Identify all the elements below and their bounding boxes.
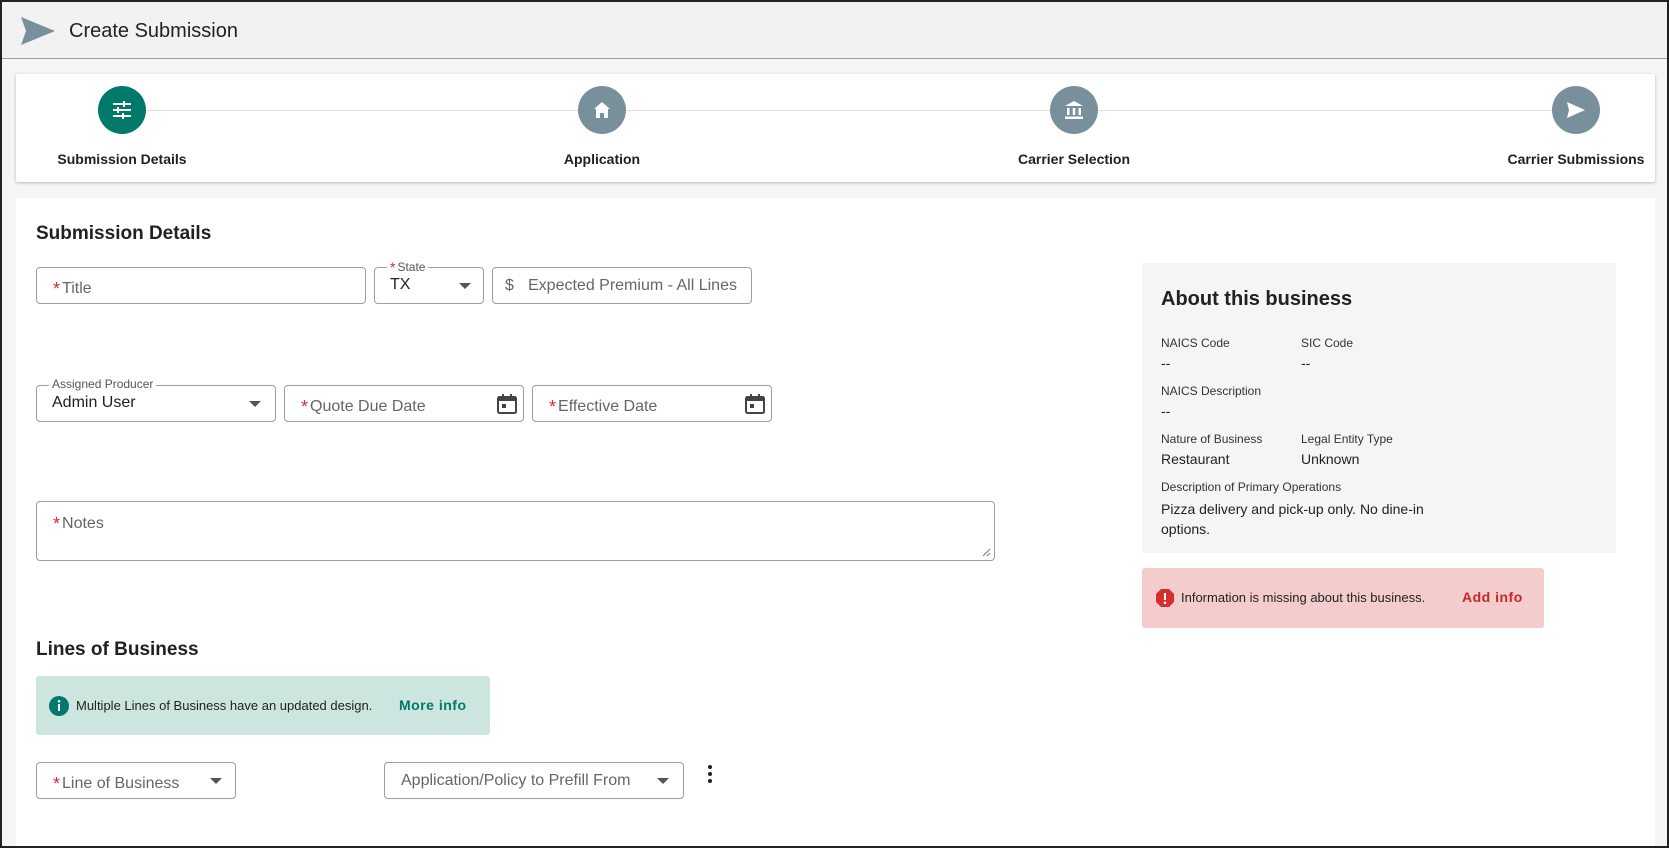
assigned-producer-select[interactable]: Assigned Producer Admin User [36, 377, 276, 422]
send-icon [1567, 102, 1585, 118]
section-heading-lines-of-business: Lines of Business [36, 639, 199, 660]
required-marker: * [53, 774, 61, 794]
sic-code-value: -- [1301, 355, 1311, 371]
home-icon [594, 102, 610, 118]
missing-info-message: Information is missing about this busine… [1181, 590, 1426, 605]
header-bar: Create Submission [2, 2, 1667, 59]
naics-description-label: NAICS Description [1161, 384, 1262, 398]
prefill-from-placeholder: Application/Policy to Prefill From [401, 772, 631, 789]
required-marker: * [390, 259, 396, 275]
step-carrier-selection[interactable]: Carrier Selection [974, 74, 1174, 182]
state-value: TX [390, 276, 411, 293]
title-field[interactable]: * Title [36, 267, 366, 304]
info-icon [49, 696, 69, 716]
chevron-down-icon [459, 283, 471, 289]
calendar-icon[interactable] [496, 393, 518, 415]
page-title: Create Submission [69, 20, 238, 42]
state-select[interactable]: * State TX [374, 259, 484, 304]
chevron-down-icon [249, 401, 261, 407]
section-heading-submission-details: Submission Details [36, 223, 212, 244]
step-circle [1050, 86, 1098, 134]
step-circle [578, 86, 626, 134]
required-marker: * [549, 397, 557, 417]
expected-premium-placeholder: Expected Premium - All Lines [528, 277, 737, 294]
notes-placeholder: * Notes [53, 514, 104, 534]
naics-code-value: -- [1161, 355, 1171, 371]
stepper: Submission Details Application Carrier S… [16, 74, 1655, 182]
tune-icon [113, 101, 131, 119]
legal-entity-type-value: Unknown [1301, 451, 1360, 467]
title-placeholder: * Title [53, 279, 92, 299]
primary-operations-label: Description of Primary Operations [1161, 480, 1342, 494]
expected-premium-field[interactable]: $ Expected Premium - All Lines [492, 267, 752, 304]
step-circle [98, 86, 146, 134]
step-submission-details[interactable]: Submission Details [22, 74, 222, 182]
info-alert-message: Multiple Lines of Business have an updat… [76, 698, 373, 713]
step-label: Application [563, 151, 641, 167]
about-business-title: About this business [1161, 288, 1353, 310]
effective-date-field[interactable]: * Effective Date [532, 385, 772, 422]
step-circle [1552, 86, 1600, 134]
legal-entity-type-label: Legal Entity Type [1301, 432, 1393, 446]
error-icon [1156, 589, 1174, 607]
more-info-button[interactable]: More info [399, 697, 467, 713]
calendar-icon[interactable] [744, 393, 766, 415]
add-info-button[interactable]: Add info [1462, 589, 1523, 605]
assigned-producer-value: Admin User [52, 394, 136, 411]
naics-description-value: -- [1161, 403, 1171, 419]
step-application[interactable]: Application [502, 74, 702, 182]
send-icon [21, 17, 55, 45]
stepper-connector [136, 110, 1556, 111]
nature-of-business-label: Nature of Business [1161, 432, 1263, 446]
line-of-business-select[interactable]: * Line of Business [36, 762, 236, 799]
sic-code-label: SIC Code [1301, 336, 1354, 350]
required-marker: * [53, 514, 61, 534]
chevron-down-icon [210, 778, 222, 784]
naics-code-label: NAICS Code [1161, 336, 1230, 350]
effective-date-placeholder: * Effective Date [549, 397, 658, 417]
step-label: Carrier Submissions [1507, 151, 1645, 167]
assigned-producer-label: Assigned Producer [49, 377, 157, 391]
bank-icon [1065, 101, 1083, 119]
state-label: * State [387, 259, 429, 275]
required-marker: * [301, 397, 309, 417]
step-label: Carrier Selection [1017, 151, 1131, 167]
step-carrier-submissions[interactable]: Carrier Submissions [1476, 74, 1669, 182]
notes-textarea[interactable]: * Notes [36, 501, 995, 561]
info-alert: Multiple Lines of Business have an updat… [36, 676, 490, 735]
more-options-icon[interactable] [700, 762, 720, 788]
prefill-from-select[interactable]: Application/Policy to Prefill From [384, 762, 684, 799]
dollar-prefix: $ [505, 277, 514, 294]
line-of-business-placeholder: * Line of Business [53, 774, 180, 794]
required-marker: * [53, 279, 61, 299]
nature-of-business-value: Restaurant [1161, 451, 1230, 467]
missing-info-alert: Information is missing about this busine… [1142, 568, 1544, 628]
primary-operations-value: Pizza delivery and pick-up only. No dine… [1161, 501, 1424, 537]
chevron-down-icon [657, 778, 669, 784]
quote-due-date-field[interactable]: * Quote Due Date [284, 385, 524, 422]
resize-handle-icon[interactable] [982, 548, 991, 557]
about-business-panel: About this business NAICS Code -- SIC Co… [1142, 263, 1616, 553]
quote-due-date-placeholder: * Quote Due Date [301, 397, 426, 417]
step-label: Submission Details [57, 151, 187, 167]
